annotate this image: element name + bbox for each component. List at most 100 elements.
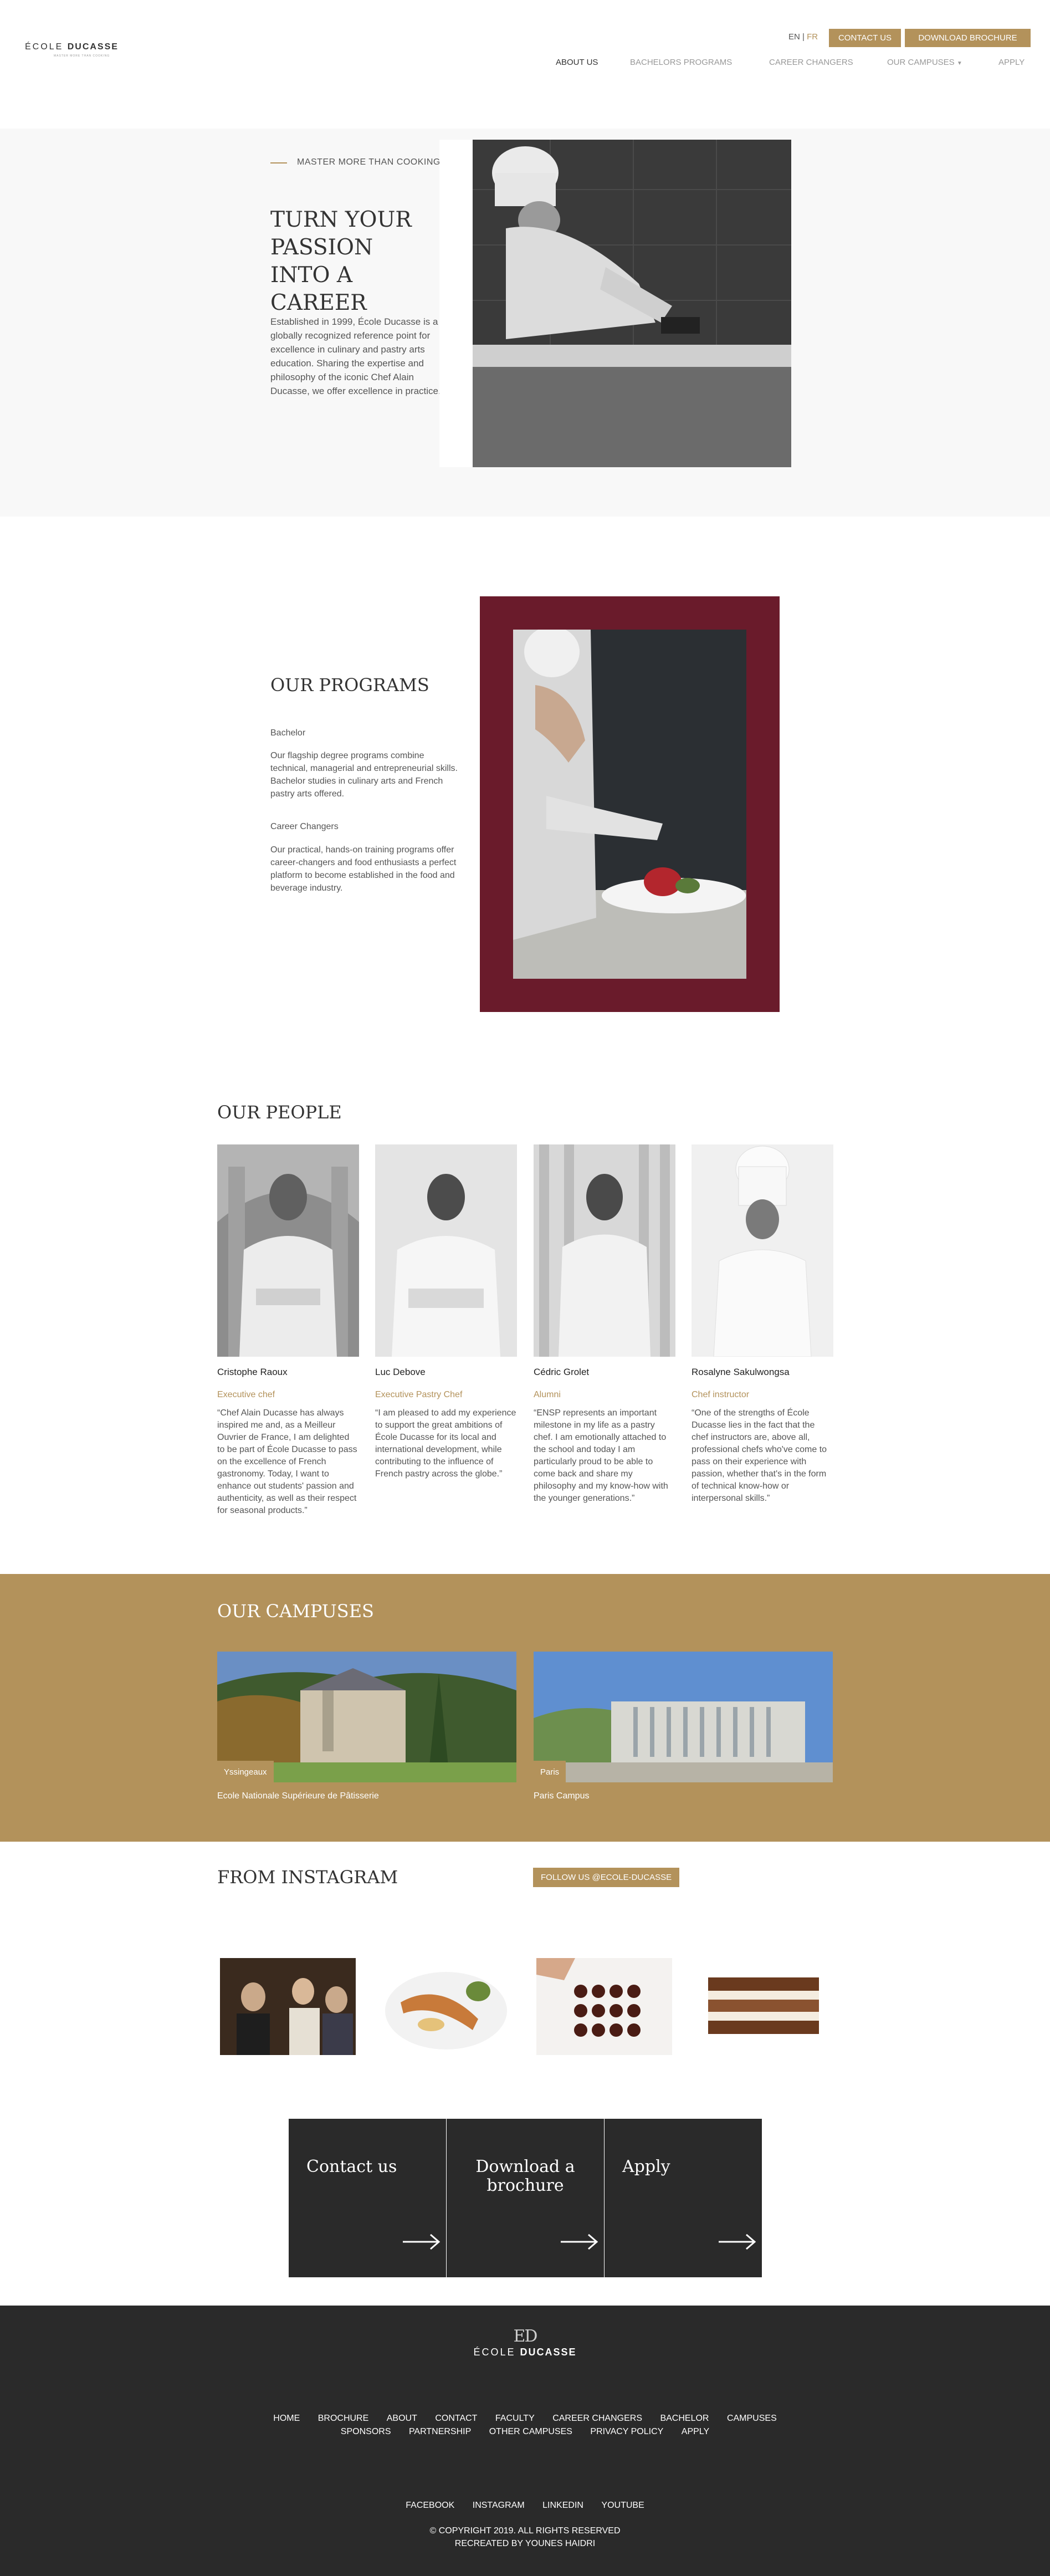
social-instagram[interactable]: INSTAGRAM bbox=[473, 2501, 525, 2510]
campuses-section: OUR CAMPUSES Yssingeaux Ecole Nationale … bbox=[0, 1574, 1050, 1842]
hero-chef-photo bbox=[439, 140, 791, 467]
social-youtube[interactable]: YOUTUBE bbox=[601, 2501, 644, 2510]
person-name: Rosalyne Sakulwongsa bbox=[692, 1367, 790, 1377]
footer-link-sponsors[interactable]: SPONSORS bbox=[341, 2427, 391, 2436]
site-header: ÉCOLE DUCASSE MASTER MORE THAN COOKING E… bbox=[0, 0, 1050, 129]
person-quote: “Chef Alain Ducasse has always inspired … bbox=[217, 1408, 357, 1515]
campus-photo: Paris bbox=[534, 1652, 833, 1782]
person-role: Executive chef bbox=[217, 1390, 275, 1399]
nav-about-us[interactable]: ABOUT US bbox=[556, 58, 598, 67]
campus-caption: Ecole Nationale Supérieure de Pâtisserie bbox=[217, 1791, 379, 1801]
person-name: Cristophe Raoux bbox=[217, 1367, 288, 1377]
instagram-post[interactable] bbox=[536, 1958, 672, 2055]
arrow-right-icon bbox=[719, 2233, 756, 2250]
arrow-right-icon bbox=[561, 2233, 598, 2250]
campus-photo: Yssingeaux bbox=[217, 1652, 516, 1782]
program-bachelor-heading[interactable]: Bachelor bbox=[270, 728, 305, 738]
person-photo bbox=[534, 1144, 675, 1357]
person-name: Luc Debove bbox=[375, 1367, 426, 1377]
nav-our-campuses[interactable]: OUR CAMPUSES ▼ bbox=[887, 58, 962, 67]
programs-title: OUR PROGRAMS bbox=[270, 674, 429, 696]
footer-link-bachelor[interactable]: BACHELOR bbox=[660, 2414, 709, 2423]
program-bachelor-text: Our flagship degree programs combine tec… bbox=[270, 751, 458, 799]
nav-apply[interactable]: APPLY bbox=[998, 58, 1025, 67]
social-facebook[interactable]: FACEBOOK bbox=[406, 2501, 454, 2510]
language-switcher: EN | FR bbox=[788, 32, 818, 42]
social-linkedin[interactable]: LINKEDIN bbox=[542, 2501, 583, 2510]
instagram-section: FROM INSTAGRAM FOLLOW US @ECOLE-DUCASSE bbox=[0, 1842, 1050, 2119]
apply-tile[interactable]: Apply bbox=[605, 2119, 762, 2277]
hero-text: Established in 1999, École Ducasse is a … bbox=[270, 316, 441, 396]
campus-tag: Yssingeaux bbox=[217, 1761, 274, 1782]
footer-link-home[interactable]: HOME bbox=[273, 2414, 300, 2423]
person-photo bbox=[217, 1144, 359, 1357]
people-section: OUR PEOPLE Cristophe Raoux Executive che… bbox=[0, 1065, 1050, 1574]
nav-bachelors-programs[interactable]: BACHELORS PROGRAMS bbox=[630, 58, 732, 67]
campus-tag: Paris bbox=[534, 1761, 566, 1782]
footer-link-about[interactable]: ABOUT bbox=[387, 2414, 417, 2423]
footer-link-career-changers[interactable]: CAREER CHANGERS bbox=[552, 2414, 642, 2423]
programs-photo-frame bbox=[480, 596, 780, 1012]
person-quote: “I am pleased to add my experience to su… bbox=[375, 1408, 516, 1479]
follow-instagram-button[interactable]: FOLLOW US @ECOLE-DUCASSE bbox=[533, 1868, 680, 1887]
footer-logo[interactable]: ED ÉCOLE DUCASSE bbox=[0, 2328, 1050, 2358]
footer-link-partnership[interactable]: PARTNERSHIP bbox=[409, 2427, 471, 2436]
lang-separator: | bbox=[802, 32, 805, 42]
programs-section: OUR PROGRAMS Bachelor Our flagship degre… bbox=[0, 517, 1050, 1065]
eyebrow-divider bbox=[270, 162, 287, 163]
copyright-text: © COPYRIGHT 2019. ALL RIGHTS RESERVED bbox=[429, 2526, 621, 2536]
ed-monogram-icon: ED bbox=[513, 2327, 538, 2346]
person-card[interactable]: Cristophe Raoux Executive chef “Chef Ala… bbox=[217, 1144, 359, 1517]
credit-text: RECREATED BY YOUNES HAIDRI bbox=[454, 2539, 596, 2548]
person-name: Cédric Grolet bbox=[534, 1367, 590, 1377]
campus-card[interactable]: Yssingeaux Ecole Nationale Supérieure de… bbox=[217, 1652, 516, 1801]
cta-section: Contact us Download a brochure Apply bbox=[0, 2119, 1050, 2306]
person-role: Alumni bbox=[534, 1390, 561, 1399]
program-career-changers-heading[interactable]: Career Changers bbox=[270, 822, 339, 832]
footer-link-other-campuses[interactable]: OTHER CAMPUSES bbox=[489, 2427, 572, 2436]
person-card[interactable]: Cédric Grolet Alumni “ENSP represents an… bbox=[534, 1144, 675, 1505]
instagram-post[interactable] bbox=[694, 1958, 830, 2055]
footer-link-contact[interactable]: CONTACT bbox=[435, 2414, 477, 2423]
contact-us-tile[interactable]: Contact us bbox=[289, 2119, 446, 2277]
footer-link-brochure[interactable]: BROCHURE bbox=[318, 2414, 369, 2423]
tile-title: Contact us bbox=[306, 2157, 397, 2176]
nav-career-changers[interactable]: CAREER CHANGERS bbox=[769, 58, 853, 67]
download-brochure-button[interactable]: DOWNLOAD BROCHURE bbox=[905, 29, 1031, 47]
instagram-post[interactable] bbox=[220, 1958, 356, 2055]
hero-section: MASTER MORE THAN COOKING TURN YOUR PASSI… bbox=[0, 129, 1050, 517]
lang-fr[interactable]: FR bbox=[807, 32, 818, 42]
footer-link-faculty[interactable]: FACULTY bbox=[495, 2414, 535, 2423]
footer-copyright: © COPYRIGHT 2019. ALL RIGHTS RESERVED RE… bbox=[0, 2524, 1050, 2550]
person-quote: “One of the strengths of École Ducasse l… bbox=[692, 1408, 827, 1503]
people-title: OUR PEOPLE bbox=[217, 1102, 342, 1123]
hero-eyebrow: MASTER MORE THAN COOKING bbox=[297, 157, 441, 167]
ecole-ducasse-logo[interactable]: ÉCOLE DUCASSE MASTER MORE THAN COOKING bbox=[25, 42, 136, 59]
hero-title: TURN YOUR PASSION INTO A CAREER bbox=[270, 207, 412, 315]
person-card[interactable]: Rosalyne Sakulwongsa Chef instructor “On… bbox=[692, 1144, 833, 1505]
program-career-changers-text: Our practical, hands-on training program… bbox=[270, 845, 457, 893]
lang-en[interactable]: EN bbox=[788, 32, 800, 42]
footer-links-secondary: SPONSORS PARTNERSHIP OTHER CAMPUSES PRIV… bbox=[0, 2427, 1050, 2437]
person-photo bbox=[692, 1144, 833, 1357]
campus-caption: Paris Campus bbox=[534, 1791, 590, 1801]
footer-link-privacy-policy[interactable]: PRIVACY POLICY bbox=[590, 2427, 663, 2436]
person-role: Chef instructor bbox=[692, 1390, 750, 1399]
footer-link-campuses[interactable]: CAMPUSES bbox=[727, 2414, 777, 2423]
tile-title: Apply bbox=[622, 2157, 670, 2176]
campus-card[interactable]: Paris Paris Campus bbox=[534, 1652, 833, 1801]
main-nav: ABOUT US BACHELORS PROGRAMS CAREER CHANG… bbox=[0, 58, 1050, 69]
tile-title: Download a brochure bbox=[475, 2157, 575, 2195]
person-quote: “ENSP represents an important milestone … bbox=[534, 1408, 668, 1503]
footer-social-links: FACEBOOK INSTAGRAM LINKEDIN YOUTUBE bbox=[0, 2501, 1050, 2511]
contact-us-button[interactable]: CONTACT US bbox=[829, 29, 901, 47]
person-card[interactable]: Luc Debove Executive Pastry Chef “I am p… bbox=[375, 1144, 517, 1480]
person-role: Executive Pastry Chef bbox=[375, 1390, 463, 1399]
arrow-right-icon bbox=[403, 2233, 441, 2250]
instagram-title: FROM INSTAGRAM bbox=[217, 1867, 398, 1888]
download-brochure-tile[interactable]: Download a brochure bbox=[447, 2119, 604, 2277]
footer-link-apply[interactable]: APPLY bbox=[682, 2427, 709, 2436]
campuses-title: OUR CAMPUSES bbox=[217, 1601, 374, 1622]
chevron-down-icon: ▼ bbox=[956, 60, 962, 67]
instagram-post[interactable] bbox=[378, 1958, 514, 2055]
